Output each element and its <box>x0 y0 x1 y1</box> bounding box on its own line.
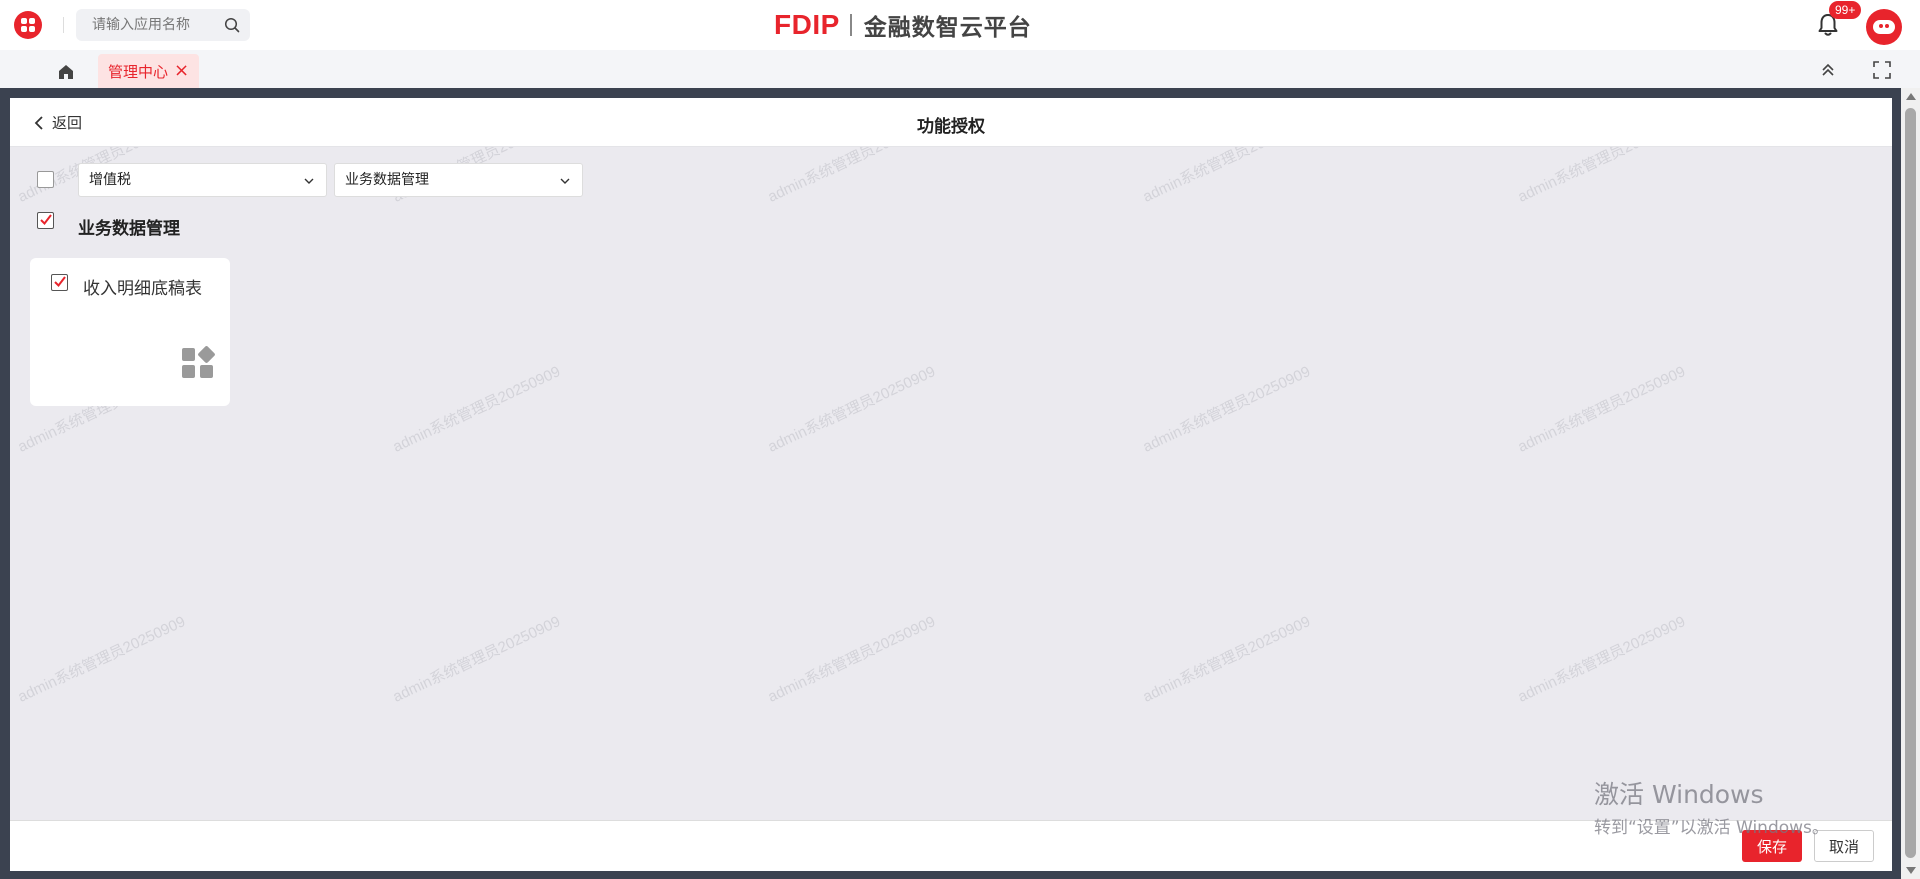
top-navigation-bar: FDIP 金融数智云平台 99+ <box>0 0 1920 50</box>
windows-activation-notice: 激活 Windows 转到“设置”以激活 Windows。 <box>1594 775 1829 838</box>
app-menu-icon[interactable] <box>14 11 42 39</box>
card-checkbox[interactable] <box>51 274 68 291</box>
tab-label: 管理中心 <box>108 62 169 81</box>
function-authorization-panel: admin系统管理员20250909 admin系统管理员20250909 ad… <box>10 98 1892 871</box>
chevron-down-icon <box>304 178 314 184</box>
tab-management-center[interactable]: 管理中心 × <box>98 54 200 88</box>
page-title: 功能授权 <box>917 117 985 137</box>
watermark: admin系统管理员20250909 <box>1140 363 1314 456</box>
collapse-up-icon[interactable] <box>1818 60 1838 80</box>
tax-type-select[interactable]: 增值税 <box>78 163 327 197</box>
watermark: admin系统管理员20250909 <box>1140 613 1314 706</box>
home-icon[interactable] <box>56 62 76 82</box>
notification-count-badge: 99+ <box>1829 1 1862 19</box>
tax-type-value: 增值税 <box>89 172 131 188</box>
watermark: admin系统管理员20250909 <box>390 363 564 456</box>
activation-subtitle: 转到“设置”以激活 Windows。 <box>1594 818 1829 838</box>
fullscreen-icon[interactable] <box>1872 60 1892 80</box>
app-search-box[interactable] <box>76 9 250 41</box>
divider <box>63 17 64 33</box>
checkmark-icon <box>40 214 52 226</box>
select-all-checkbox[interactable] <box>37 171 54 188</box>
app-search-input[interactable] <box>92 9 222 41</box>
permission-card[interactable]: 收入明细底稿表 <box>30 258 230 406</box>
watermark: admin系统管理员20250909 <box>765 363 939 456</box>
app-grid-icon <box>182 346 215 378</box>
brand-name: 金融数智云平台 <box>863 15 1032 41</box>
checkmark-icon <box>54 276 66 288</box>
page-scrollbar[interactable] <box>1901 88 1920 879</box>
chevron-down-icon <box>560 178 570 184</box>
watermark: admin系统管理员20250909 <box>390 613 564 706</box>
brand-mark: FDIP <box>774 9 840 40</box>
watermark: admin系统管理员20250909 <box>15 613 189 706</box>
brand-separator <box>849 14 852 36</box>
tab-strip: 管理中心 × <box>0 50 1920 88</box>
section-title: 业务数据管理 <box>78 219 180 239</box>
category-select[interactable]: 业务数据管理 <box>334 163 583 197</box>
watermark: admin系统管理员20250909 <box>1515 613 1689 706</box>
card-label: 收入明细底稿表 <box>83 279 202 299</box>
scroll-down-arrow-icon[interactable] <box>1906 867 1916 874</box>
brand-logo: FDIP 金融数智云平台 <box>774 8 1032 42</box>
close-icon[interactable]: × <box>174 62 189 80</box>
activation-title: 激活 Windows <box>1594 780 1764 809</box>
section-checkbox[interactable] <box>37 212 54 229</box>
panel-header: 返回 功能授权 <box>10 98 1892 147</box>
category-value: 业务数据管理 <box>345 172 429 188</box>
watermark: admin系统管理员20250909 <box>765 613 939 706</box>
search-icon[interactable] <box>224 17 240 33</box>
watermark: admin系统管理员20250909 <box>1515 363 1689 456</box>
user-avatar[interactable] <box>1866 9 1902 45</box>
scroll-up-arrow-icon[interactable] <box>1906 93 1916 100</box>
scrollbar-thumb[interactable] <box>1905 108 1916 858</box>
